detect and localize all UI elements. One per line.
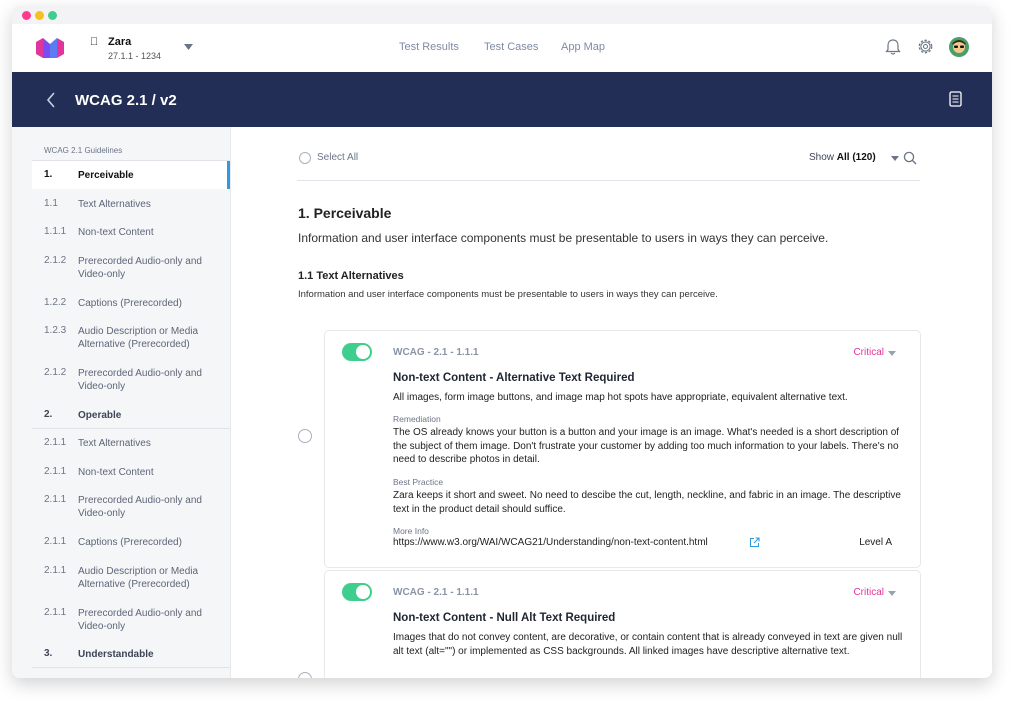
sidebar-item-label: Prerecorded Audio-only and Video-only [78, 495, 202, 519]
minimize-window-button[interactable] [35, 11, 44, 20]
remediation-label: Remediation [393, 414, 441, 424]
window-chrome [12, 6, 992, 24]
test-case-description: Images that do not convey content, are d… [393, 632, 903, 657]
section-title: 1. Perceivable [298, 205, 392, 221]
page-header: WCAG 2.1 / v2 [12, 72, 992, 127]
sidebar-item-perceivable[interactable]: 1. Perceivable [32, 161, 230, 189]
sidebar-item-number: 1.1 [44, 198, 58, 209]
test-case-title: Non-text Content - Alternative Text Requ… [393, 372, 635, 384]
sidebar-item-label: Prerecorded Audio-only and Video-only [78, 608, 202, 632]
test-case-toggle[interactable] [342, 583, 372, 601]
conformance-level: Level A [859, 537, 892, 548]
test-case-select-radio[interactable] [298, 672, 312, 678]
sidebar-item-label: Captions (Prerecorded) [78, 298, 182, 309]
sidebar-item-number: 1.2.3 [44, 325, 67, 336]
toolbar-divider [297, 180, 920, 181]
app-switcher-chevron-down-icon[interactable] [184, 44, 193, 50]
external-link-icon[interactable] [749, 537, 760, 548]
sidebar-item-label: Audio Description or Media Alternative (… [78, 326, 199, 350]
app-window:  Zara 27.1.1 - 1234 Test Results Test C… [12, 6, 992, 678]
section-description: Information and user interface component… [298, 231, 829, 245]
search-icon[interactable] [903, 151, 917, 165]
best-practice-text: Zara keeps it short and sweet. No need t… [393, 490, 901, 515]
severity-dropdown[interactable]: Critical [853, 587, 884, 598]
sidebar-item-label: Non-text Content [78, 467, 154, 478]
sidebar-item-label: Captions (Prerecorded) [78, 537, 182, 548]
test-case-code: WCAG - 2.1 - 1.1.1 [393, 587, 479, 598]
main-content: Select All Show All (120) 1. Perceivable… [231, 127, 992, 678]
select-all-label[interactable]: Select All [317, 152, 358, 163]
subsection-title: 1.1 Text Alternatives [298, 270, 404, 282]
sidebar-item-number: 2.1.1 [44, 607, 67, 618]
app-version: 27.1.1 - 1234 [108, 51, 162, 61]
test-case-title: Non-text Content - Null Alt Text Require… [393, 612, 616, 624]
sidebar-item-number: 2.1.1 [44, 565, 67, 576]
nav-test-results[interactable]: Test Results [399, 41, 459, 53]
guidelines-sidebar: WCAG 2.1 Guidelines 1. Perceivable 1.1 T… [12, 127, 231, 678]
brand-logo-icon[interactable] [36, 38, 64, 58]
sidebar-item-number: 1.2.2 [44, 297, 67, 308]
sidebar-item-label: Text Alternatives [78, 438, 151, 449]
sidebar-item-number: 2.1.1 [44, 494, 67, 505]
sidebar-divider [32, 428, 230, 429]
back-chevron-left-icon[interactable] [46, 92, 56, 108]
app-name: Zara [108, 36, 132, 48]
more-info-link[interactable]: https://www.w3.org/WAI/WCAG21/Understand… [393, 537, 708, 548]
sidebar-heading: WCAG 2.1 Guidelines [44, 146, 123, 155]
nav-test-cases[interactable]: Test Cases [484, 41, 538, 53]
show-filter-dropdown[interactable]: Show All (120) [809, 152, 876, 163]
avatar[interactable] [949, 37, 969, 57]
toggle-knob [356, 345, 370, 359]
best-practice-label: Best Practice [393, 477, 444, 487]
toggle-knob [356, 585, 370, 599]
sidebar-item-label: Audio Description or Media Alternative (… [78, 566, 199, 590]
select-all-radio[interactable] [299, 152, 311, 164]
test-case-code: WCAG - 2.1 - 1.1.1 [393, 347, 479, 358]
show-filter-label: Show [809, 152, 835, 163]
chevron-down-icon[interactable] [888, 351, 896, 356]
sidebar-item-number: 2.1.1 [44, 437, 67, 448]
report-document-icon[interactable] [949, 91, 962, 107]
top-bar:  Zara 27.1.1 - 1234 Test Results Test C… [12, 24, 992, 73]
sidebar-item-number: 2.1.2 [44, 367, 67, 378]
show-filter-value: All (120) [836, 152, 876, 163]
sidebar-item-label: Prerecorded Audio-only and Video-only [78, 256, 202, 280]
sidebar-item-label: Text Alternatives [78, 199, 151, 210]
sidebar-item-number: 1. [44, 169, 53, 180]
chevron-down-icon[interactable] [891, 156, 899, 161]
test-case-card: WCAG - 2.1 - 1.1.1 Critical Non-text Con… [324, 330, 921, 568]
apple-icon:  [90, 36, 98, 48]
sidebar-item-number: 1.1.1 [44, 226, 67, 237]
bell-icon[interactable] [885, 38, 901, 56]
sidebar-item-label: Non-text Content [78, 227, 154, 238]
sidebar-item-number: 3. [44, 648, 53, 659]
close-window-button[interactable] [22, 11, 31, 20]
sidebar-item-number: 2. [44, 409, 53, 420]
chevron-down-icon[interactable] [888, 591, 896, 596]
remediation-text: The OS already knows your button is a bu… [393, 427, 900, 465]
sidebar-item-number: 2.1.1 [44, 536, 67, 547]
maximize-window-button[interactable] [48, 11, 57, 20]
test-case-card: WCAG - 2.1 - 1.1.1 Critical Non-text Con… [324, 570, 921, 678]
severity-dropdown[interactable]: Critical [853, 347, 884, 358]
sidebar-item-label: Operable [78, 410, 122, 421]
sidebar-item-number: 2.1.2 [44, 255, 67, 266]
sidebar-item-number: 2.1.1 [44, 466, 67, 477]
sidebar-item-label: Perceivable [78, 170, 134, 181]
test-case-toggle[interactable] [342, 343, 372, 361]
sidebar-divider [32, 667, 230, 668]
sidebar-item-label: Understandable [78, 649, 154, 660]
nav-app-map[interactable]: App Map [561, 41, 605, 53]
test-case-description: All images, form image buttons, and imag… [393, 392, 848, 403]
gear-icon[interactable] [917, 38, 934, 55]
test-case-select-radio[interactable] [298, 429, 312, 443]
subsection-description: Information and user interface component… [298, 289, 718, 300]
more-info-label: More Info [393, 526, 429, 536]
sidebar-item-label: Prerecorded Audio-only and Video-only [78, 368, 202, 392]
page-title: WCAG 2.1 / v2 [75, 92, 177, 109]
